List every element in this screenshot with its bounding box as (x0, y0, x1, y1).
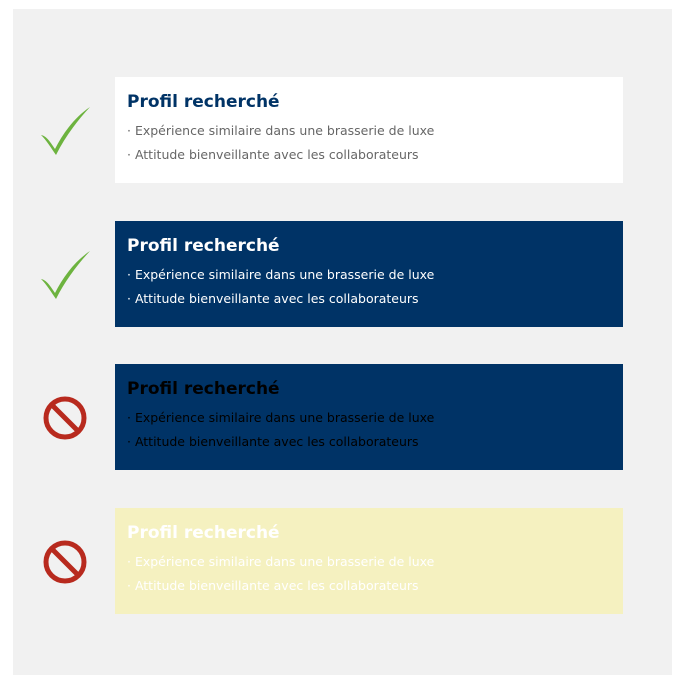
guideline-panel: Profil recherché · Expérience similaire … (13, 9, 672, 675)
example-row-correct-navy: Profil recherché · Expérience similaire … (13, 221, 672, 327)
example-row-incorrect-navy-black: Profil recherché · Expérience similaire … (13, 364, 672, 470)
example-row-incorrect-yellow-white: Profil recherché · Expérience similaire … (13, 508, 672, 614)
card-title: Profil recherché (127, 236, 280, 256)
card-bullet-attitude: · Attitude bienveillante avec les collab… (127, 434, 419, 449)
profile-card-white: Profil recherché · Expérience similaire … (115, 77, 623, 183)
checkmark-icon (37, 249, 93, 301)
card-bullet-attitude: · Attitude bienveillante avec les collab… (127, 147, 419, 162)
card-bullet-experience: · Expérience similaire dans une brasseri… (127, 410, 435, 425)
card-title: Profil recherché (127, 92, 280, 112)
card-bullet-attitude: · Attitude bienveillante avec les collab… (127, 291, 419, 306)
card-title: Profil recherché (127, 523, 280, 543)
profile-card-navy-black-text: Profil recherché · Expérience similaire … (115, 364, 623, 470)
prohibited-icon (37, 392, 93, 444)
card-bullet-experience: · Expérience similaire dans une brasseri… (127, 123, 435, 138)
card-bullet-attitude: · Attitude bienveillante avec les collab… (127, 578, 419, 593)
example-row-correct-white: Profil recherché · Expérience similaire … (13, 77, 672, 183)
checkmark-icon (37, 105, 93, 157)
profile-card-yellow-white-text: Profil recherché · Expérience similaire … (115, 508, 623, 614)
profile-card-navy-white-text: Profil recherché · Expérience similaire … (115, 221, 623, 327)
card-bullet-experience: · Expérience similaire dans une brasseri… (127, 554, 435, 569)
card-title: Profil recherché (127, 379, 280, 399)
prohibited-icon (37, 536, 93, 588)
card-bullet-experience: · Expérience similaire dans une brasseri… (127, 267, 435, 282)
